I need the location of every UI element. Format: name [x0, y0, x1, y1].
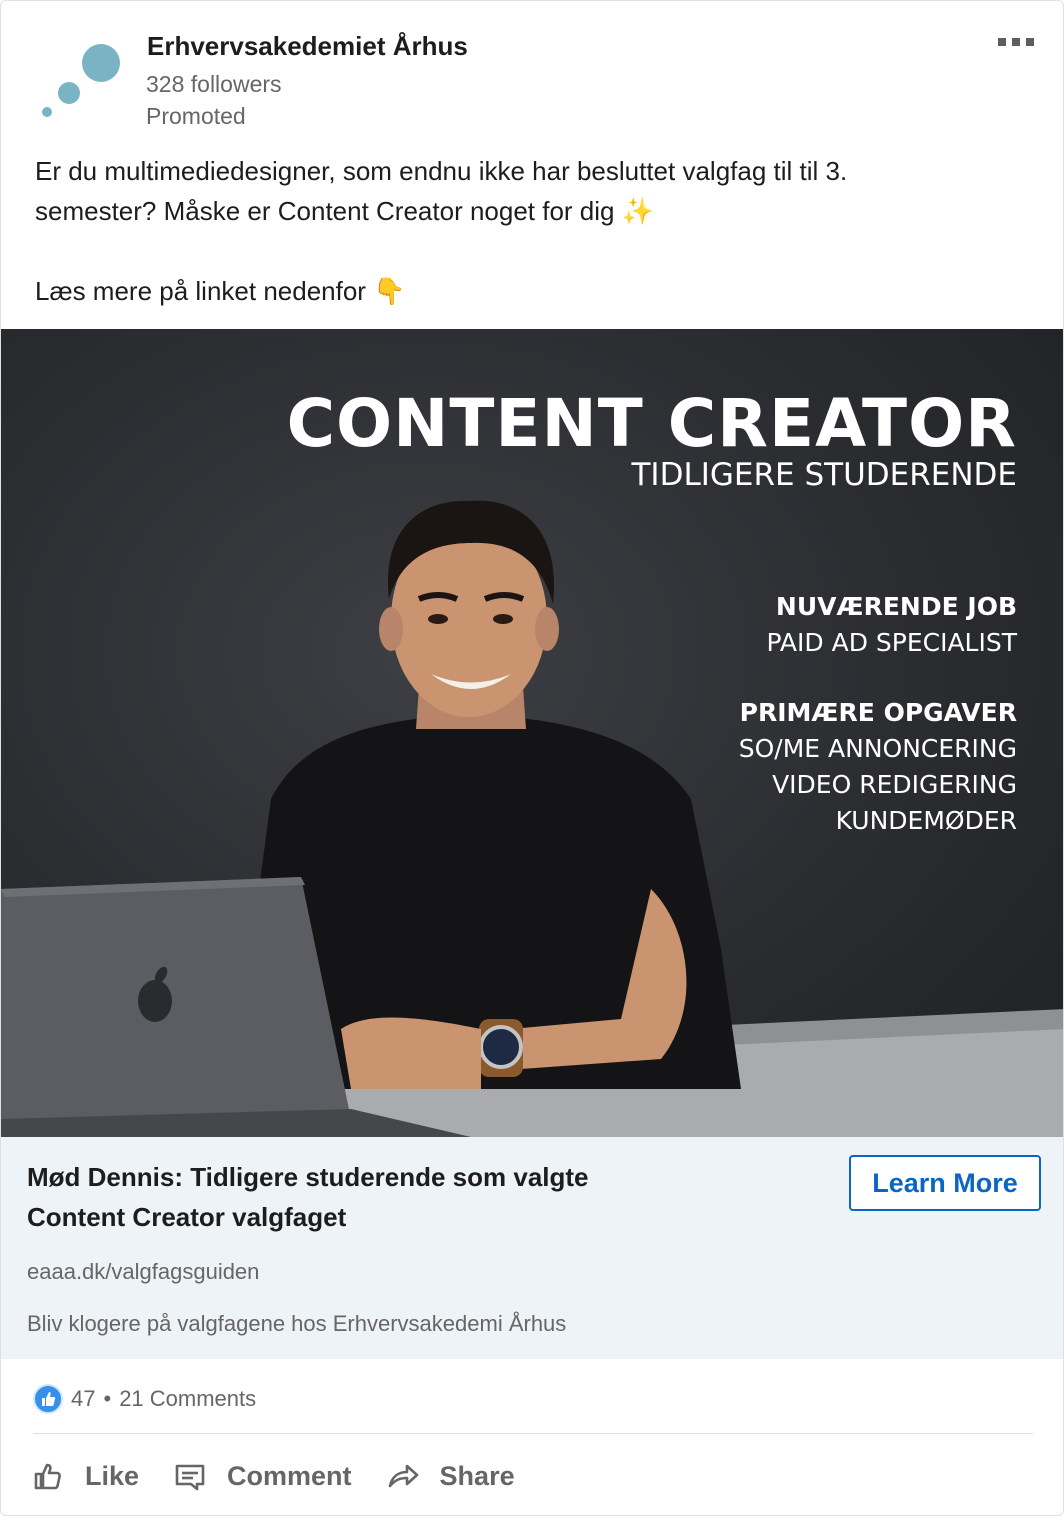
share-button[interactable]: Share [386, 1459, 515, 1493]
followers-count: 328 followers [146, 71, 282, 97]
promoted-label: Promoted [146, 103, 246, 129]
post-text: Er du multimediedesigner, som endnu ikke… [35, 151, 1025, 311]
social-counts: 47 • 21 Comments [33, 1381, 256, 1417]
tasks-heading: PRIMÆRE OPGAVER [739, 698, 1017, 727]
thumbs-up-icon [34, 1463, 61, 1490]
share-label: Share [439, 1460, 515, 1491]
task-item: VIDEO REDIGERING [772, 770, 1017, 799]
post-text-line: Læs mere på linket nedenfor 👇 [35, 276, 406, 306]
link-url: eaaa.dk/valgfagsguiden [27, 1259, 260, 1284]
learn-more-button[interactable]: Learn More [849, 1155, 1041, 1211]
like-button[interactable]: Like [31, 1459, 139, 1493]
divider [33, 1433, 1033, 1434]
job-value: PAID AD SPECIALIST [766, 628, 1017, 657]
likes-count[interactable]: 47 [71, 1386, 95, 1412]
link-title[interactable]: Mød Dennis: Tidligere studerende som val… [27, 1157, 677, 1237]
ad-creative-image[interactable]: CONTENT CREATOR TIDLIGERE STUDERENDE NUV… [1, 329, 1063, 1137]
post-text-line: Er du multimediedesigner, som endnu ikke… [35, 156, 848, 186]
link-description: Bliv klogere på valgfagene hos Erhvervsa… [27, 1311, 567, 1336]
company-logo[interactable] [35, 39, 127, 121]
comment-button[interactable]: Comment [173, 1459, 352, 1493]
creative-title: CONTENT CREATOR [286, 385, 1017, 462]
separator-dot: • [103, 1386, 112, 1411]
job-heading: NUVÆRENDE JOB [775, 592, 1017, 621]
action-bar: Like Comment Share [31, 1451, 549, 1501]
like-label: Like [85, 1460, 140, 1491]
tasks-block: PRIMÆRE OPGAVER SO/ME ANNONCERING VIDEO … [739, 695, 1017, 839]
post-text-line: semester? Måske er Content Creator noget… [35, 196, 655, 226]
comments-count[interactable]: 21 Comments [119, 1386, 256, 1412]
link-preview[interactable]: Mød Dennis: Tidligere studerende som val… [1, 1137, 1063, 1359]
comment-icon [175, 1464, 205, 1491]
more-dots-icon[interactable] [991, 29, 1041, 55]
company-name[interactable]: Erhvervsakedemiet Århus [147, 31, 468, 62]
share-arrow-icon [388, 1464, 418, 1488]
comment-label: Comment [227, 1460, 352, 1491]
like-reaction-icon [33, 1384, 63, 1414]
current-job-block: NUVÆRENDE JOB PAID AD SPECIALIST [766, 589, 1017, 661]
ad-post-card: Erhvervsakedemiet Århus 328 followers Pr… [0, 0, 1064, 1516]
task-item: KUNDEMØDER [835, 806, 1017, 835]
creative-subtitle: TIDLIGERE STUDERENDE [631, 457, 1018, 493]
task-item: SO/ME ANNONCERING [738, 734, 1017, 763]
